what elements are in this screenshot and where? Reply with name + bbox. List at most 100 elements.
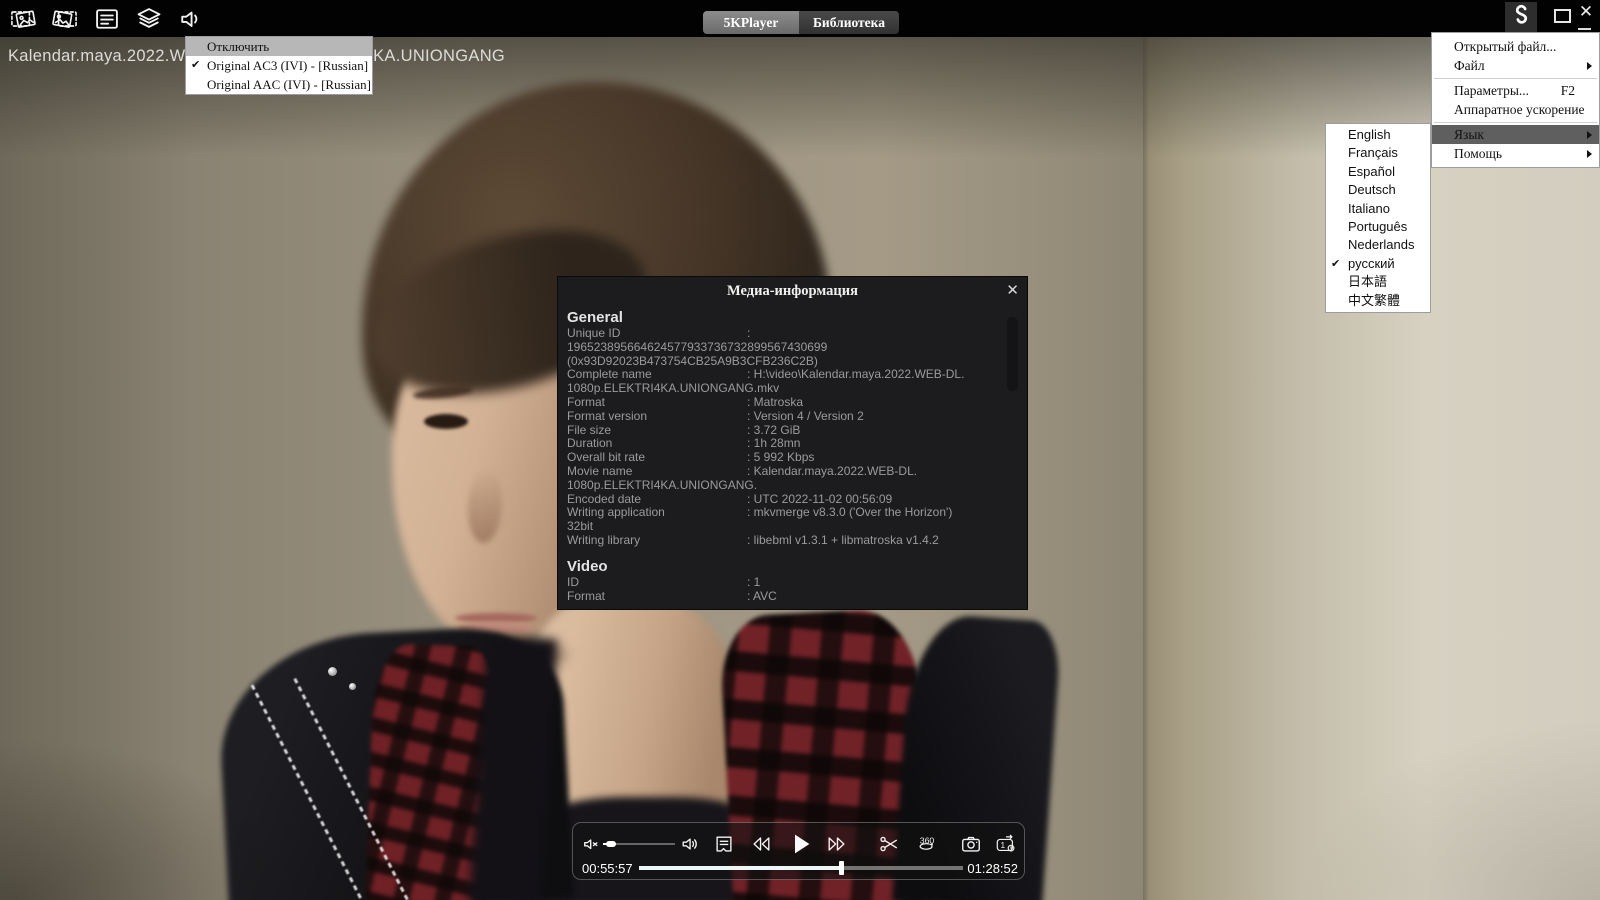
info-value: : Kalendar.maya.2022.WEB-DL.: [747, 463, 918, 478]
menu-item[interactable]: Deutsch: [1326, 181, 1430, 199]
menu-item[interactable]: Помощь: [1432, 144, 1599, 163]
tab-5kplayer[interactable]: 5KPlayer: [703, 11, 799, 34]
rotate-right-icon[interactable]: [51, 5, 79, 33]
jacket-left-art: [215, 623, 574, 900]
menu-item-label: русский: [1348, 255, 1395, 271]
info-row: ID: 1: [567, 574, 1003, 590]
menu-item[interactable]: Original AAC (IVI) - [Russian]: [186, 75, 372, 94]
volume-slider[interactable]: [603, 841, 675, 847]
frame-capture-icon[interactable]: 1: [994, 833, 1018, 855]
layers-icon[interactable]: [135, 5, 163, 33]
rotate-left-icon[interactable]: [9, 5, 37, 33]
maximize-button[interactable]: [1554, 9, 1571, 23]
zipper-art: [250, 684, 363, 900]
jacket-button-art: [328, 667, 337, 676]
menu-item[interactable]: Аппаратное ускорение: [1432, 100, 1599, 119]
info-row: 1080p.ELEKTRI4KA.UNIONGANG.mkv: [567, 381, 780, 396]
close-icon[interactable]: ✕: [1006, 281, 1019, 299]
nose-shadow-art: [466, 466, 504, 544]
progress-knob[interactable]: [838, 861, 844, 875]
app-logo-icon: [1510, 4, 1533, 32]
info-label: Format version: [567, 408, 648, 423]
eyebrow-art: [412, 383, 474, 402]
camera-icon[interactable]: [959, 833, 983, 855]
menu-item-label: Файл: [1454, 58, 1485, 73]
menu-item[interactable]: ✔ русский: [1326, 255, 1430, 273]
progress-fill: [639, 866, 841, 870]
chin-shadow-art: [448, 641, 568, 669]
eye-art: [424, 414, 468, 429]
minimize-button[interactable]: [1578, 28, 1591, 30]
media-info-content: General Unique ID:19652389566462457793373…: [567, 309, 1003, 603]
check-icon: ✔: [1331, 257, 1341, 270]
volume-knob[interactable]: [606, 841, 617, 847]
info-label: Writing library: [567, 532, 641, 547]
info-label: Writing application: [567, 505, 665, 520]
tab-library[interactable]: Библиотека: [799, 11, 899, 34]
media-info-dialog: Медиа-информация ✕ General Unique ID:1965…: [557, 276, 1028, 610]
mute-icon[interactable]: [581, 833, 605, 855]
check-icon: ✔: [191, 59, 201, 71]
info-label: Encoded date: [567, 491, 642, 506]
menu-item-label: Отключить: [207, 39, 270, 54]
info-label: Complete name: [567, 367, 652, 382]
menu-item[interactable]: Открытый файл...: [1432, 37, 1599, 56]
lips-art: [458, 622, 532, 634]
plaid-shirt-left-art: [365, 642, 495, 900]
menu-item[interactable]: Français: [1326, 144, 1430, 162]
menu-item-label: English: [1348, 127, 1391, 142]
info-row: Complete name: H:\video\Kalendar.maya.20…: [567, 367, 1003, 382]
info-value: : Version 4 / Version 2: [747, 408, 864, 423]
section-header: Video: [567, 557, 608, 575]
menu-item-label: Язык: [1454, 127, 1484, 142]
info-row: 32bit: [567, 519, 594, 534]
menu-item[interactable]: ✔ Original AC3 (IVI) - [Russian]: [186, 56, 372, 75]
info-label: Duration: [567, 436, 613, 451]
info-row: Writing application : mkvmerge v8.3.0 ('O…: [567, 505, 1003, 520]
menu-item[interactable]: Язык: [1432, 125, 1599, 144]
toolbar-icon-group: [9, 5, 205, 33]
menu-item[interactable]: Español: [1326, 163, 1430, 181]
menu-item[interactable]: 中文繁體: [1326, 292, 1430, 310]
playlist-icon[interactable]: [712, 833, 736, 855]
menu-item[interactable]: English: [1326, 126, 1430, 144]
app-logo-menu-button[interactable]: [1505, 2, 1537, 33]
menu-item[interactable]: Файл: [1432, 56, 1599, 75]
info-row: Movie name : Kalendar.maya.2022.WEB-DL.: [567, 463, 1003, 479]
close-button[interactable]: ✕: [1577, 2, 1595, 22]
info-row: Writing library: libebml v1.3.1 + libmat…: [567, 532, 1003, 548]
volume-icon[interactable]: [679, 833, 703, 855]
progress-bar[interactable]: [639, 861, 963, 875]
menu-item[interactable]: Nederlands: [1326, 236, 1430, 254]
fast-forward-icon[interactable]: [825, 833, 849, 855]
info-row: Duration: 1h 28mn: [567, 436, 1003, 451]
info-value: : mkvmerge v8.3.0 ('Over the Horizon'): [747, 505, 953, 520]
menu-item-label: Original AC3 (IVI) - [Russian]: [207, 58, 369, 73]
info-label: ID: [567, 574, 579, 589]
menu-item-label: Français: [1348, 145, 1398, 161]
info-row: Unique ID:: [567, 326, 1003, 341]
dialog-scrollbar[interactable]: [1007, 317, 1018, 391]
menu-item[interactable]: 日本語: [1326, 273, 1430, 291]
360-icon[interactable]: 360: [915, 833, 939, 855]
rewind-icon[interactable]: [749, 833, 773, 855]
subtitle-icon[interactable]: [93, 5, 121, 33]
menu-item[interactable]: Параметры... F2: [1432, 81, 1599, 100]
info-row: (0x93D92023B473754CB25A9B3CFB236C2B): [567, 353, 818, 368]
zipper-art: [293, 677, 410, 900]
audio-track-icon[interactable]: [177, 5, 205, 33]
jacket-edge-art: [468, 634, 558, 900]
info-label: Movie name: [567, 463, 633, 478]
menu-item[interactable]: Italiano: [1326, 200, 1430, 218]
menu-item[interactable]: Отключить: [186, 37, 372, 56]
menu-item-label: Português: [1348, 218, 1408, 234]
current-time: 00:55:57: [582, 861, 633, 876]
menu-item-label: Original AAC (IVI) - [Russian]: [207, 77, 371, 92]
menu-item-label: Аппаратное ускорение: [1454, 102, 1585, 117]
menu-item-label: 日本語: [1348, 274, 1388, 290]
info-row: Overall bit rate: 5 992 Kbps: [567, 450, 1003, 465]
play-icon[interactable]: [785, 829, 815, 859]
menu-item[interactable]: Português: [1326, 218, 1430, 236]
scissors-icon[interactable]: [877, 833, 901, 855]
menu-item-label: Italiano: [1348, 200, 1390, 216]
